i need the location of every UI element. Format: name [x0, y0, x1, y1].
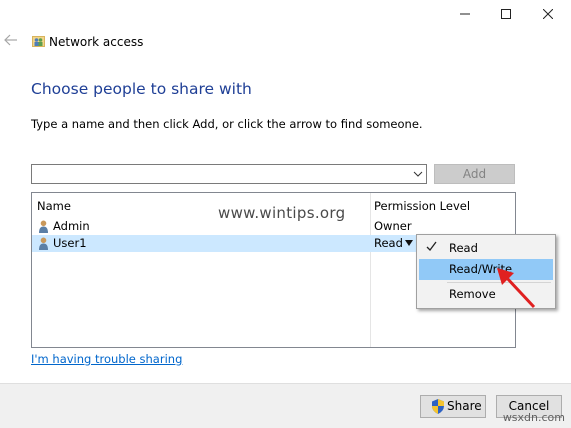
chevron-down-icon: [413, 171, 422, 177]
user-icon: [39, 220, 48, 233]
maximize-icon: [501, 9, 511, 19]
menu-item-read[interactable]: Read: [419, 238, 553, 259]
row-name: User1: [53, 236, 87, 250]
column-divider: [370, 193, 371, 347]
dropdown-arrow-icon[interactable]: [404, 239, 414, 247]
red-arrow-annotation: [497, 268, 536, 309]
column-header-name[interactable]: Name: [37, 199, 71, 213]
footer-bar: Share Cancel wsxdn.com: [0, 383, 571, 428]
instructions-text: Type a name and then click Add, or click…: [31, 117, 423, 131]
share-button[interactable]: Share: [420, 395, 486, 418]
watermark-text: www.wintips.org: [218, 204, 346, 222]
row-name: Admin: [53, 219, 90, 233]
check-icon: [426, 241, 437, 251]
site-watermark: wsxdn.com: [502, 411, 565, 424]
network-access-window: Network access Choose people to share wi…: [0, 0, 571, 428]
minimize-button[interactable]: [445, 0, 485, 28]
maximize-button[interactable]: [486, 0, 526, 28]
permission-dropdown[interactable]: Read: [374, 236, 403, 250]
trouble-sharing-link[interactable]: I'm having trouble sharing: [31, 352, 182, 366]
back-arrow-icon: [4, 34, 17, 46]
name-combobox[interactable]: [31, 164, 427, 184]
shield-icon: [432, 399, 444, 414]
minimize-icon: [460, 13, 470, 15]
menu-item-label: Read: [449, 241, 478, 255]
close-icon: [543, 9, 553, 19]
window-title: Network access: [49, 35, 144, 49]
close-button[interactable]: [528, 0, 568, 28]
combo-dropdown-button[interactable]: [411, 167, 424, 181]
user-icon: [39, 237, 48, 250]
page-heading: Choose people to share with: [31, 80, 252, 98]
add-button[interactable]: Add: [434, 164, 515, 184]
share-label: Share: [447, 399, 482, 413]
column-header-permission[interactable]: Permission Level: [374, 199, 470, 213]
menu-item-label: Remove: [449, 287, 496, 301]
row-permission: Owner: [374, 219, 412, 233]
back-button[interactable]: [4, 34, 18, 48]
network-icon: [32, 36, 45, 47]
